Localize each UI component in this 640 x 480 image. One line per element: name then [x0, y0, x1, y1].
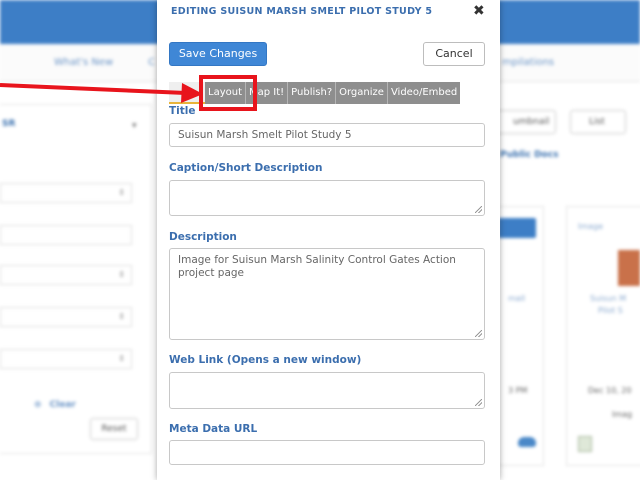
web-link-textarea[interactable] — [169, 372, 485, 409]
filter-input[interactable] — [0, 225, 132, 245]
filter-select[interactable]: ⇕ — [0, 307, 132, 327]
caret-icon: ⇕ — [118, 354, 125, 363]
clear-link[interactable]: ⊕ Clear — [34, 400, 76, 410]
highlight-box — [199, 75, 257, 111]
card-date: 3 PM — [508, 386, 528, 395]
collapse-icon[interactable]: ▾ — [132, 121, 137, 131]
caption-label: Caption/Short Description — [169, 162, 323, 174]
title-input-value: Suisun Marsh Smelt Pilot Study 5 — [178, 129, 352, 141]
filter-select[interactable]: ⇕ — [0, 183, 132, 203]
tab-organize[interactable]: Organize — [335, 82, 387, 104]
thumbnail-view-button[interactable]: umbnail — [494, 110, 556, 134]
file-icon — [578, 436, 592, 452]
caption-textarea[interactable] — [169, 180, 485, 216]
nav-item[interactable]: C — [148, 57, 155, 68]
resize-grip-icon[interactable] — [475, 206, 482, 213]
card-type: Image — [578, 222, 604, 231]
tab-video-embed[interactable]: Video/Embed — [386, 82, 461, 104]
title-input[interactable]: Suisun Marsh Smelt Pilot Study 5 — [169, 123, 485, 147]
web-link-label: Web Link (Opens a new window) — [169, 354, 362, 366]
caret-icon: ⇕ — [118, 312, 125, 321]
filter-panel: SR ▾ ⇕ ⇕ ⇕ ⇕ — [0, 104, 152, 454]
card-title[interactable]: Pilot S — [598, 306, 623, 315]
reset-button[interactable]: Reset — [90, 418, 138, 440]
filter-panel-title: SR — [2, 119, 16, 129]
result-card[interactable] — [566, 206, 640, 466]
meta-data-url-input[interactable] — [169, 440, 485, 465]
filter-select[interactable]: ⇕ — [0, 265, 132, 285]
close-icon[interactable]: ✖ — [473, 3, 485, 19]
title-label: Title — [169, 105, 196, 117]
nav-item-whats-new[interactable]: What's New — [54, 57, 113, 68]
pointer-arrow-icon — [0, 83, 203, 103]
card-type: Imag — [612, 410, 633, 419]
meta-data-url-label: Meta Data URL — [169, 423, 258, 435]
list-view-button[interactable]: List — [570, 110, 626, 134]
nav-item-compilations[interactable]: mpilations — [502, 57, 554, 68]
card-title[interactable]: mall — [508, 294, 525, 303]
modal-title: EDITING SUISUN MARSH SMELT PILOT STUDY 5 — [171, 6, 433, 17]
resize-grip-icon[interactable] — [475, 399, 482, 406]
tab-publish[interactable]: Publish? — [287, 82, 336, 104]
card-button[interactable] — [498, 218, 536, 238]
cancel-button[interactable]: Cancel — [423, 42, 485, 66]
card-thumbnail[interactable] — [618, 250, 640, 286]
caret-icon: ⇕ — [118, 188, 125, 197]
description-value: Image for Suisun Marsh Salinity Control … — [178, 254, 456, 279]
edit-modal: EDITING SUISUN MARSH SMELT PILOT STUDY 5… — [157, 0, 500, 480]
public-docs-label[interactable]: Public Docs — [500, 150, 558, 160]
cloud-icon — [518, 437, 536, 447]
card-date: Dec 10, 20 — [588, 386, 632, 395]
resize-grip-icon[interactable] — [475, 330, 482, 337]
caret-icon: ⇕ — [118, 270, 125, 279]
card-title[interactable]: Suisun M — [590, 294, 626, 303]
save-changes-button[interactable]: Save Changes — [169, 42, 267, 66]
clear-icon: ⊕ — [34, 400, 42, 410]
filter-select[interactable]: ⇕ — [0, 349, 132, 369]
description-textarea[interactable]: Image for Suisun Marsh Salinity Control … — [169, 248, 485, 340]
description-label: Description — [169, 231, 237, 243]
